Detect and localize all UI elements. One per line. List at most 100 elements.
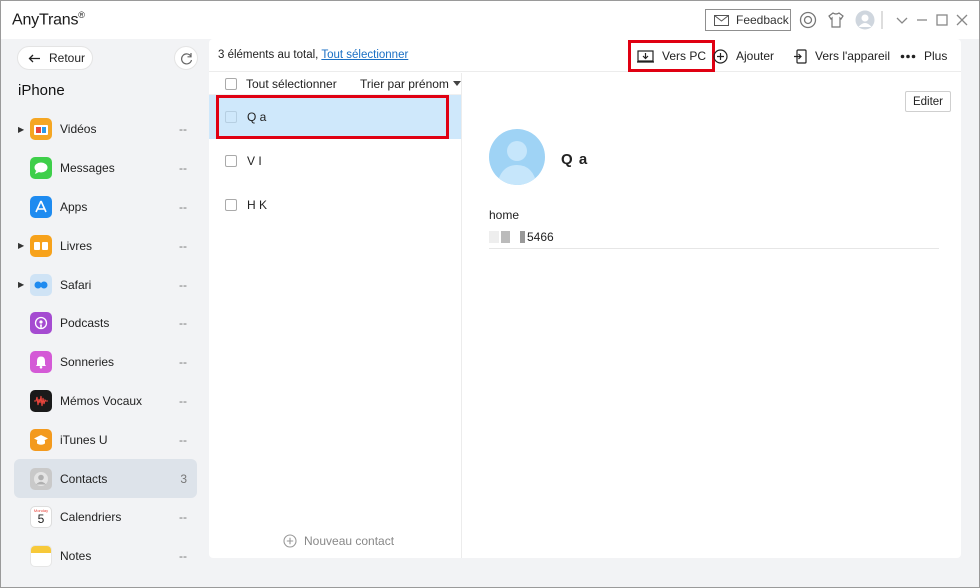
chevron-down-icon[interactable] [892, 10, 912, 30]
sidebar-item-label: Podcasts [60, 316, 110, 331]
messages-icon [30, 157, 52, 180]
to-pc-button[interactable]: Vers PC [628, 40, 716, 72]
sidebar-item-itunes-u[interactable]: iTunes U -- [14, 420, 197, 459]
sidebar-item-label: iTunes U [60, 432, 108, 447]
new-contact-button[interactable]: Nouveau contact [283, 534, 394, 548]
expand-arrow-icon[interactable]: ▶ [18, 241, 24, 250]
close-icon[interactable] [952, 10, 972, 30]
contact-list-pane: Tout sélectionner Trier par prénom Q a V… [209, 73, 462, 558]
new-contact-label: Nouveau contact [304, 534, 395, 548]
contact-name: V I [247, 154, 262, 168]
redacted-mark [489, 230, 499, 243]
maximize-icon[interactable] [932, 10, 952, 30]
brand-name: AnyTrans [12, 11, 79, 29]
contact-checkbox[interactable] [225, 155, 237, 167]
phone-field-label: home [489, 208, 520, 222]
itunes-u-icon [30, 428, 52, 451]
sidebar-item-label: Messages [60, 161, 115, 176]
add-button[interactable]: Ajouter [713, 43, 774, 69]
contact-row[interactable]: H K [209, 183, 461, 227]
sidebar-item-count: -- [179, 432, 187, 447]
contact-checkbox[interactable] [225, 199, 237, 211]
total-count: 3 éléments au total, Tout sélectionner [218, 49, 408, 61]
more-label: Plus [924, 49, 948, 63]
refresh-icon [180, 52, 192, 64]
refresh-button[interactable] [174, 46, 198, 70]
redacted-mark [501, 230, 510, 243]
sidebar-item-ringtones[interactable]: Sonneries -- [14, 343, 197, 382]
calendar-icon: Monday 5 [30, 506, 52, 529]
sidebar-item-notes[interactable]: Notes -- [14, 537, 197, 576]
registered-mark: ® [78, 10, 85, 20]
contact-detail: Editer Q a home 5466 [463, 73, 961, 558]
ringtones-icon [30, 351, 52, 374]
sidebar-item-label: Sonneries [60, 355, 115, 370]
sidebar-item-label: Contacts [60, 471, 108, 486]
sidebar-item-count: -- [179, 316, 187, 331]
sort-label: Trier par prénom [360, 76, 449, 91]
sidebar-item-count: -- [179, 277, 187, 292]
back-button[interactable]: Retour [17, 46, 93, 70]
sidebar-item-label: Apps [60, 199, 88, 214]
detail-contact-name: Q a [561, 151, 589, 168]
sidebar-item-videos[interactable]: ▶ Vidéos -- [14, 110, 197, 149]
sidebar-item-count: -- [179, 122, 187, 137]
apps-icon [30, 195, 52, 218]
feedback-button[interactable]: Feedback [705, 9, 791, 31]
redacted-mark [520, 230, 525, 243]
edit-button[interactable]: Editer [905, 91, 951, 112]
sidebar-item-count: -- [179, 355, 187, 370]
to-device-button[interactable]: Vers l'appareil [793, 43, 890, 69]
safari-icon [30, 273, 52, 296]
user-avatar-icon[interactable] [855, 10, 875, 30]
sidebar-item-voice-memos[interactable]: Mémos Vocaux -- [14, 382, 197, 421]
toolbar: 3 éléments au total, Tout sélectionner V… [209, 39, 961, 72]
sidebar-item-label: Livres [60, 238, 93, 253]
sidebar-item-count: -- [179, 549, 187, 564]
contact-name: Q a [247, 110, 267, 124]
title-separator [881, 11, 883, 29]
device-name: iPhone [18, 82, 65, 99]
podcasts-icon [30, 312, 52, 335]
expand-arrow-icon[interactable]: ▶ [18, 280, 24, 289]
sidebar-item-contacts[interactable]: Contacts 3 [14, 459, 197, 498]
sidebar-item-count: 3 [180, 471, 187, 486]
contact-row[interactable]: Q a [209, 95, 461, 139]
to-device-label: Vers l'appareil [815, 49, 890, 63]
notes-icon [30, 545, 52, 568]
minimize-icon[interactable] [912, 10, 932, 30]
sidebar-item-podcasts[interactable]: Podcasts -- [14, 304, 197, 343]
phone-number-text: 5466 [527, 229, 554, 244]
contact-avatar [489, 129, 545, 185]
contact-checkbox[interactable] [225, 111, 237, 123]
sidebar-item-label: Vidéos [60, 122, 97, 137]
total-text: 3 éléments au total, [218, 49, 322, 61]
select-all-checkbox[interactable] [225, 77, 237, 90]
sidebar-item-label: Mémos Vocaux [60, 393, 143, 408]
feedback-label: Feedback [736, 13, 789, 27]
more-button[interactable]: Plus [900, 43, 947, 69]
to-pc-icon [637, 49, 654, 63]
select-all-link[interactable]: Tout sélectionner [321, 49, 408, 61]
expand-arrow-icon[interactable]: ▶ [18, 125, 24, 134]
support-icon[interactable] [798, 10, 818, 30]
sidebar-item-calendars[interactable]: Monday 5 Calendriers -- [14, 498, 197, 537]
category-nav: ▶ Vidéos -- Messages -- Apps -- ▶ Livres… [14, 110, 197, 576]
sidebar-item-safari[interactable]: ▶ Safari -- [14, 265, 197, 304]
mail-icon [714, 14, 729, 26]
sidebar-item-messages[interactable]: Messages -- [14, 149, 197, 188]
sidebar-item-count: -- [179, 510, 187, 525]
person-silhouette-icon [497, 141, 537, 185]
sidebar-item-books[interactable]: ▶ Livres -- [14, 226, 197, 265]
caret-down-icon [452, 81, 461, 86]
add-circle-icon [283, 534, 297, 548]
list-header: Tout sélectionner Trier par prénom [209, 73, 461, 95]
sidebar-item-count: -- [179, 199, 187, 214]
tshirt-icon[interactable] [826, 10, 846, 30]
to-pc-label: Vers PC [662, 49, 707, 63]
sidebar-item-label: Calendriers [60, 510, 122, 525]
contact-row[interactable]: V I [209, 139, 461, 183]
sort-dropdown[interactable]: Trier par prénom [360, 77, 461, 91]
sidebar-item-apps[interactable]: Apps -- [14, 188, 197, 227]
voice-memos-icon [30, 389, 52, 412]
